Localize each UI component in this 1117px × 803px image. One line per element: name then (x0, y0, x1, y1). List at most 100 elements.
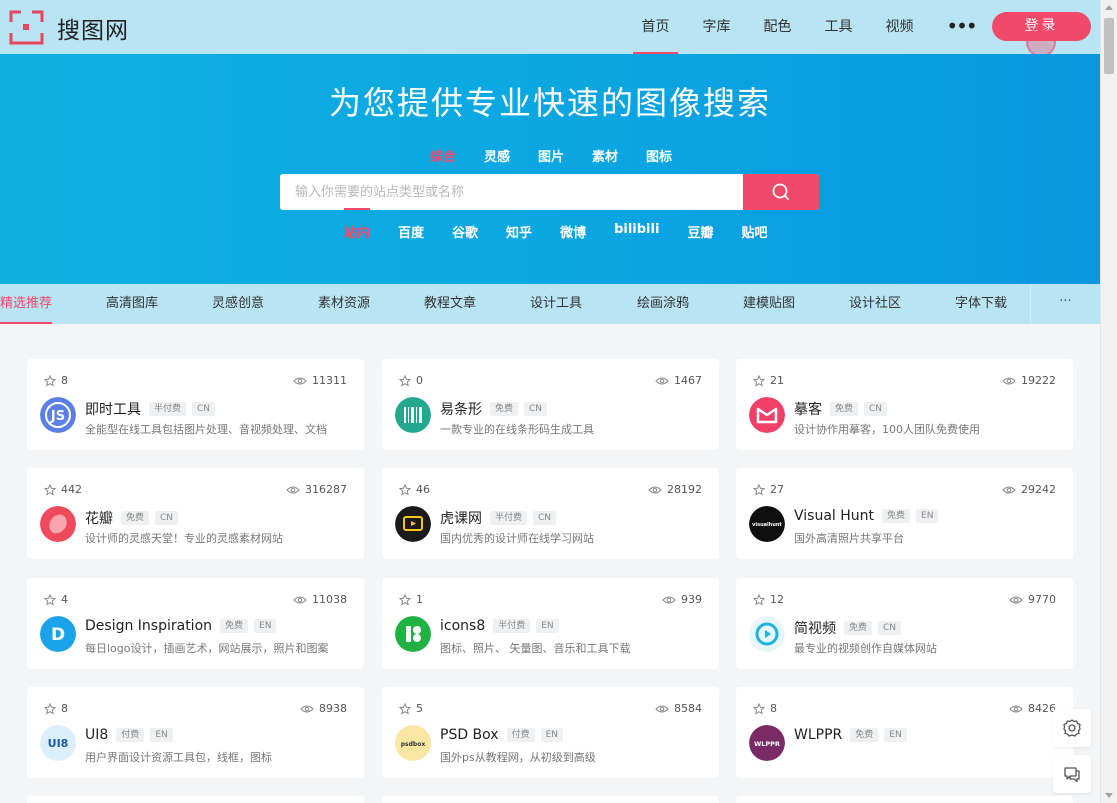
site-name[interactable]: 摹客 (794, 399, 822, 419)
category-community[interactable]: 设计社区 (849, 284, 901, 324)
site-card[interactable]: 8 8938 UI8 UI8 付费 EN 用户界面设计资源工具包，线框，图标 (27, 687, 364, 778)
eye-icon (293, 596, 307, 603)
nav-item-colors[interactable]: 配色 (747, 0, 808, 54)
svg-text:WLPPR: WLPPR (754, 740, 780, 748)
card-title-row: PSD Box 付费 EN (440, 727, 564, 743)
engine-tab-google[interactable]: 谷歌 (452, 222, 478, 241)
engine-tab-bilibili[interactable]: bilibili (614, 222, 659, 241)
nav-item-fonts[interactable]: 字库 (686, 0, 747, 54)
site-card[interactable]: 5 8584 psdbox PSD Box 付费 EN 国外ps从教程网，从初级到高级 (382, 687, 719, 778)
favorite-count[interactable]: 1 (399, 593, 423, 606)
view-count: 11311 (293, 374, 347, 387)
category-featured[interactable]: 精选推荐 (0, 284, 53, 324)
price-tag: 付费 (116, 728, 145, 742)
site-card[interactable]: 46 28192 虎课网 半付费 CN 国内优秀的设计师在线学习网站 (382, 468, 719, 559)
site-name[interactable]: Visual Hunt (794, 508, 874, 524)
category-design-tools[interactable]: 设计工具 (530, 284, 582, 324)
site-card[interactable]: 8 11311 JS 即时工具 半付费 CN 全能型在线工具包括图片处理、音视频处理、文档 (27, 359, 364, 450)
engine-tab-site[interactable]: 站内 (344, 208, 371, 241)
search-button[interactable] (743, 174, 819, 210)
favorite-count[interactable]: 4 (44, 593, 68, 606)
engine-tab-weibo[interactable]: 微博 (560, 222, 586, 241)
site-name[interactable]: Design Inspiration (85, 618, 212, 634)
site-name[interactable]: UI8 (85, 727, 108, 743)
favorite-count[interactable]: 442 (44, 483, 82, 496)
search-icon (772, 183, 789, 200)
category-modeling[interactable]: 建模贴图 (743, 284, 795, 324)
language-tag: CN (878, 621, 902, 635)
eye-icon (293, 377, 307, 384)
view-count-value: 8938 (319, 702, 347, 715)
star-count: 5 (416, 702, 423, 715)
favorite-count[interactable]: 0 (399, 374, 423, 387)
nav-item-home[interactable]: 首页 (625, 0, 686, 54)
engine-tab-zhihu[interactable]: 知乎 (506, 222, 532, 241)
site-card[interactable]: 21 19222 摹客 免费 CN 设计协作用摹客，100人团队免费使用 (736, 359, 1073, 450)
search-tab-inspiration[interactable]: 灵感 (484, 146, 538, 165)
price-tag: 免费 (850, 728, 879, 742)
site-card[interactable]: 1 939 icons8 半付费 EN 图标、照片、 矢量图、音乐和工具下载 (382, 578, 719, 669)
category-fonts[interactable]: 字体下载 (955, 284, 1007, 324)
page-scrollbar[interactable] (1100, 0, 1117, 803)
view-count: 11038 (293, 593, 347, 606)
search-tab-icons[interactable]: 图标 (646, 146, 700, 165)
site-card-partial[interactable] (736, 796, 1073, 803)
favorite-count[interactable]: 8 (44, 702, 68, 715)
logo[interactable]: 搜图网 (9, 10, 129, 45)
scroll-down-icon[interactable] (1105, 793, 1113, 798)
site-name[interactable]: 即时工具 (85, 399, 141, 419)
settings-button[interactable] (1053, 709, 1091, 747)
site-card[interactable]: 0 1467 易条形 免费 CN 一款专业的在线条形码生成工具 (382, 359, 719, 450)
category-inspiration[interactable]: 灵感创意 (212, 284, 264, 324)
site-name[interactable]: 花瓣 (85, 508, 113, 528)
category-bar: 精选推荐 高清图库 灵感创意 素材资源 教程文章 设计工具 绘画涂鸦 建模贴图 … (0, 284, 1100, 324)
more-menu-icon[interactable]: ••• (946, 14, 977, 38)
site-name[interactable]: PSD Box (440, 727, 499, 743)
site-name[interactable]: 虎课网 (440, 508, 482, 528)
site-name[interactable]: WLPPR (794, 727, 842, 743)
category-more-button[interactable]: ··· (1030, 284, 1100, 324)
favorite-count[interactable]: 21 (753, 374, 784, 387)
favorite-count[interactable]: 27 (753, 483, 784, 496)
feedback-button[interactable] (1053, 755, 1091, 793)
category-tutorials[interactable]: 教程文章 (424, 284, 476, 324)
svg-text:UI8: UI8 (48, 737, 69, 750)
search-tab-all[interactable]: 综合 (430, 146, 484, 165)
scroll-up-icon[interactable] (1105, 5, 1113, 10)
category-hd-gallery[interactable]: 高清图库 (106, 284, 158, 324)
search-tab-images[interactable]: 图片 (538, 146, 592, 165)
engine-tab-douban[interactable]: 豆瓣 (687, 222, 713, 241)
eye-icon (1009, 705, 1023, 712)
nav-item-videos[interactable]: 视频 (869, 0, 930, 54)
site-name[interactable]: 易条形 (440, 399, 482, 419)
category-resources[interactable]: 素材资源 (318, 284, 370, 324)
site-name[interactable]: icons8 (440, 618, 485, 634)
site-card[interactable]: 27 29242 visualhunt Visual Hunt 免费 EN 国外高清照片共享… (736, 468, 1073, 559)
favorite-count[interactable]: 5 (399, 702, 423, 715)
site-name[interactable]: 简视频 (794, 618, 836, 638)
engine-tab-baidu[interactable]: 百度 (398, 222, 424, 241)
favorite-count[interactable]: 46 (399, 483, 430, 496)
favorite-count[interactable]: 12 (753, 593, 784, 606)
star-count: 21 (770, 374, 784, 387)
price-tag: 免费 (121, 511, 150, 525)
site-card-partial[interactable] (382, 796, 719, 803)
hero-title: 为您提供专业快速的图像搜索 (328, 84, 771, 122)
site-card[interactable]: 442 316287 花瓣 免费 CN 设计师的灵感天堂！专业的灵感素材网站 (27, 468, 364, 559)
favorite-count[interactable]: 8 (753, 702, 777, 715)
search-input[interactable] (280, 174, 743, 210)
search-box (280, 174, 819, 210)
price-tag: 免费 (490, 402, 519, 416)
nav-item-tools[interactable]: 工具 (808, 0, 869, 54)
site-card[interactable]: 4 11038 D Design Inspiration 免费 EN 每日logo设计，插画… (27, 578, 364, 669)
search-tab-materials[interactable]: 素材 (592, 146, 646, 165)
category-painting[interactable]: 绘画涂鸦 (637, 284, 689, 324)
favorite-count[interactable]: 8 (44, 374, 68, 387)
svg-text:JS: JS (50, 409, 65, 424)
engine-tab-tieba[interactable]: 贴吧 (741, 222, 767, 241)
site-card-partial[interactable] (27, 796, 364, 803)
site-card[interactable]: 12 9770 简视频 免费 CN 最专业的视频创作自媒体网站 (736, 578, 1073, 669)
price-tag: 免费 (220, 619, 249, 633)
scroll-thumb[interactable] (1104, 18, 1114, 74)
site-card[interactable]: 8 8426 WLPPR WLPPR 免费 EN (736, 687, 1073, 778)
